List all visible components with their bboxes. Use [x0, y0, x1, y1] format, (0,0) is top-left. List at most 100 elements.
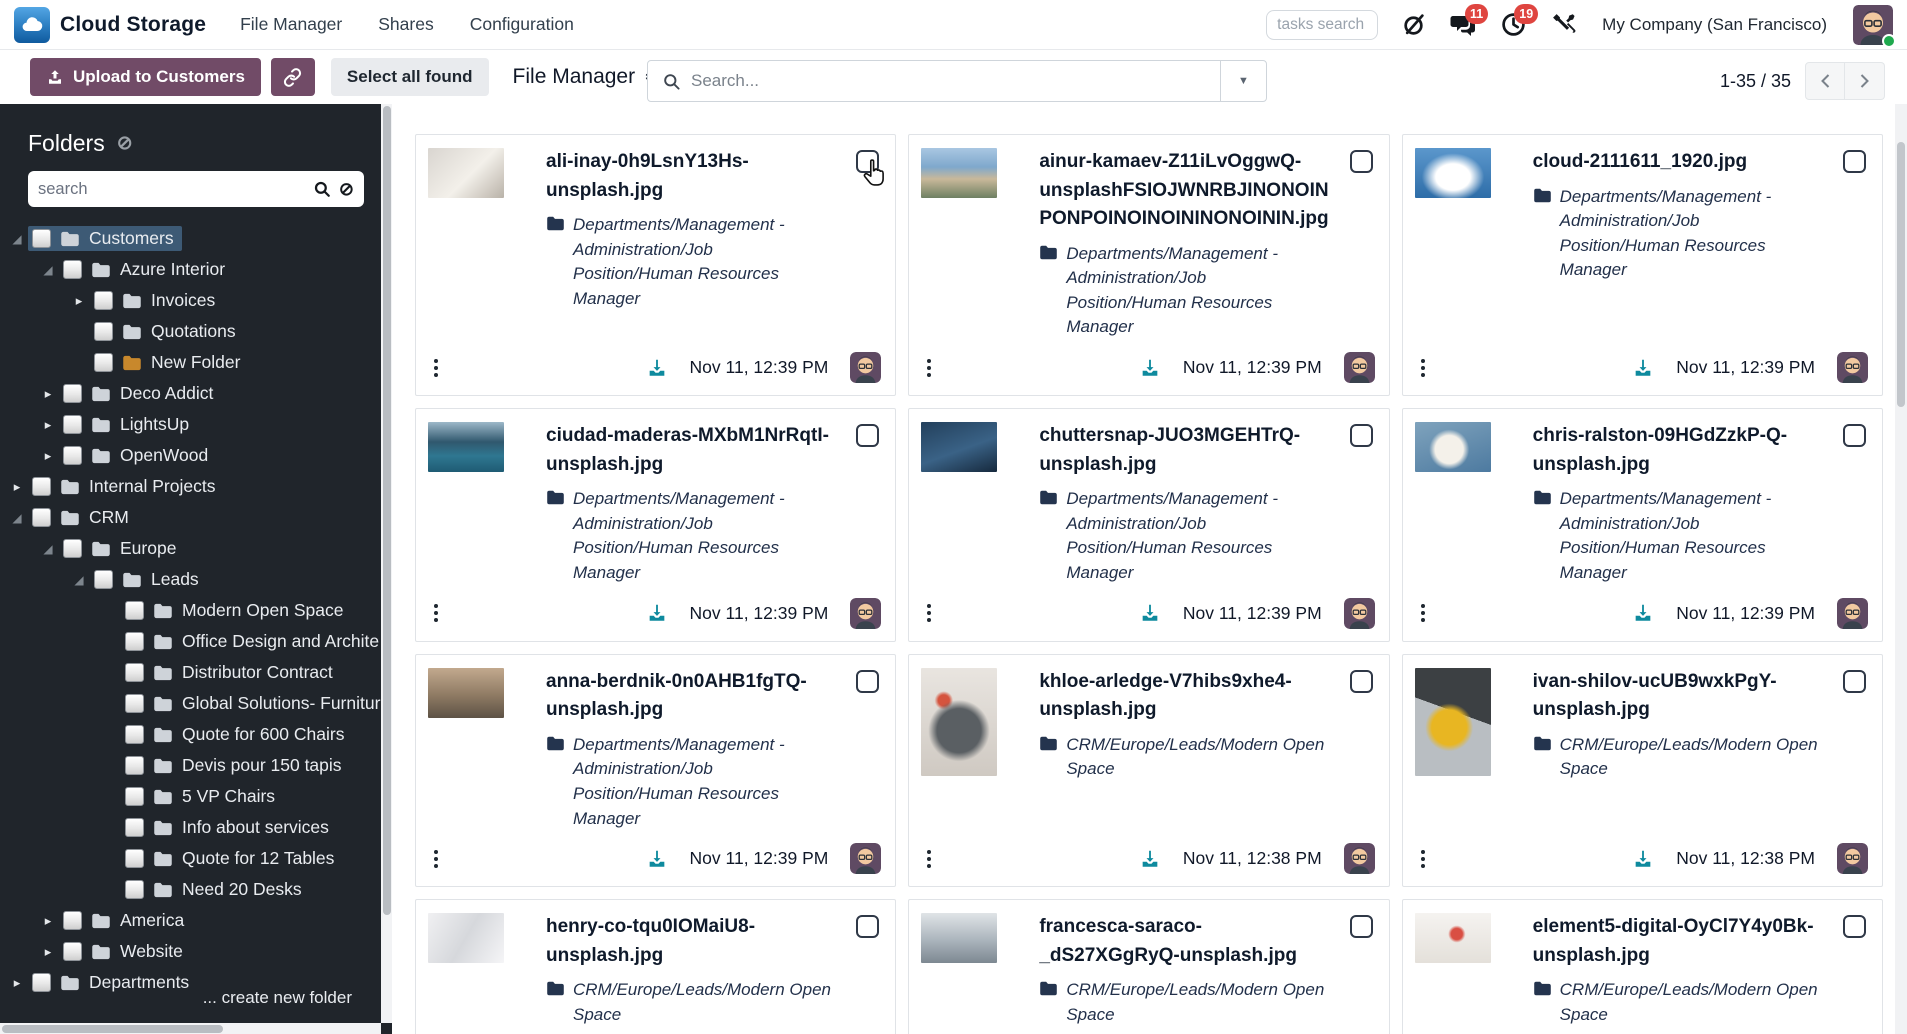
kebab-menu-icon[interactable]: [921, 357, 937, 379]
tree-item-label[interactable]: Departments: [89, 972, 189, 993]
tree-checkbox[interactable]: [125, 880, 144, 899]
download-icon[interactable]: [1632, 848, 1654, 870]
tree-checkbox[interactable]: [63, 539, 82, 558]
pager-next-button[interactable]: [1845, 62, 1885, 100]
clear-folder-filter-icon[interactable]: ⊘: [117, 132, 133, 155]
file-name[interactable]: ainur-kamaev-Z11iLvOggwQ-unsplashFSIOJWN…: [1039, 148, 1330, 234]
tree-item-label[interactable]: Need 20 Desks: [182, 879, 302, 900]
search-dropdown-toggle[interactable]: ▼: [1220, 61, 1266, 101]
kebab-menu-icon[interactable]: [428, 357, 444, 379]
tree-item-label[interactable]: Customers: [89, 228, 174, 249]
company-switcher[interactable]: My Company (San Francisco): [1602, 15, 1827, 35]
file-thumbnail[interactable]: [921, 667, 998, 782]
messages-icon[interactable]: 11: [1448, 3, 1489, 40]
file-name[interactable]: anna-berdnik-0n0AHB1fgTQ-unsplash.jpg: [546, 668, 837, 725]
tree-checkbox[interactable]: [63, 384, 82, 403]
menu-configuration[interactable]: Configuration: [470, 14, 574, 35]
file-name[interactable]: cloud-2111611_1920.jpg: [1533, 148, 1824, 177]
tree-item-label[interactable]: Global Solutions- Furnitur: [182, 693, 380, 714]
download-icon[interactable]: [1632, 602, 1654, 624]
file-checkbox[interactable]: [1843, 915, 1866, 939]
tree-expander-icon[interactable]: ◢: [37, 263, 59, 277]
tree-checkbox[interactable]: [125, 725, 144, 744]
tree-item-label[interactable]: Quote for 12 Tables: [182, 848, 334, 869]
tree-item-label[interactable]: Invoices: [151, 290, 215, 311]
file-checkbox[interactable]: [1349, 424, 1373, 448]
folder-search-input[interactable]: [38, 179, 313, 199]
file-name[interactable]: element5-digital-OyCl7Y4y0Bk-unsplash.jp…: [1533, 913, 1824, 970]
file-thumbnail[interactable]: [428, 913, 504, 1027]
tree-item-label[interactable]: Distributor Contract: [182, 662, 333, 683]
kebab-menu-icon[interactable]: [428, 848, 444, 870]
tree-checkbox[interactable]: [63, 911, 82, 930]
tree-item-label[interactable]: CRM: [89, 507, 129, 528]
file-name[interactable]: khloe-arledge-V7hibs9xhe4-unsplash.jpg: [1039, 668, 1330, 725]
tree-checkbox[interactable]: [125, 787, 144, 806]
file-name[interactable]: ivan-shilov-ucUB9wxkPgY-unsplash.jpg: [1533, 668, 1824, 725]
folder-search-icon[interactable]: [313, 180, 331, 198]
file-thumbnail[interactable]: [428, 667, 504, 832]
tree-checkbox[interactable]: [32, 508, 51, 527]
create-new-folder-link[interactable]: ... create new folder: [203, 988, 352, 1008]
share-link-button[interactable]: [270, 58, 315, 96]
kebab-menu-icon[interactable]: [1415, 602, 1431, 624]
file-checkbox[interactable]: [856, 915, 880, 939]
file-thumbnail[interactable]: [428, 422, 504, 586]
file-name[interactable]: ciudad-maderas-MXbM1NrRqtI-unsplash.jpg: [546, 422, 837, 479]
tree-checkbox[interactable]: [63, 415, 82, 434]
tree-expander-icon[interactable]: ▸: [37, 386, 59, 402]
tree-checkbox[interactable]: [94, 353, 113, 372]
tools-icon[interactable]: [1548, 10, 1578, 40]
folder-search-clear-icon[interactable]: ⊘: [339, 179, 354, 200]
file-thumbnail[interactable]: [428, 148, 504, 312]
file-thumbnail[interactable]: [1414, 148, 1491, 283]
tree-item-label[interactable]: Deco Addict: [120, 383, 213, 404]
search-input[interactable]: [691, 71, 1220, 91]
upload-button[interactable]: Upload to Customers: [30, 58, 261, 96]
tree-checkbox[interactable]: [94, 322, 113, 341]
tree-checkbox[interactable]: [125, 756, 144, 775]
tree-item-label[interactable]: Internal Projects: [89, 476, 215, 497]
tasks-search-input[interactable]: [1266, 9, 1379, 40]
kebab-menu-icon[interactable]: [921, 602, 937, 624]
kebab-menu-icon[interactable]: [921, 848, 937, 870]
tree-item-label[interactable]: Leads: [151, 569, 199, 590]
file-breadcrumb[interactable]: CRM/Europe/Leads/Modern Open Space: [1039, 978, 1330, 1027]
tree-checkbox[interactable]: [63, 942, 82, 961]
download-icon[interactable]: [1139, 602, 1161, 624]
file-thumbnail[interactable]: [921, 148, 998, 340]
download-icon[interactable]: [1139, 848, 1161, 870]
download-icon[interactable]: [646, 848, 668, 870]
file-checkbox[interactable]: [856, 669, 880, 693]
tree-item-label[interactable]: Office Design and Archite: [182, 631, 379, 652]
file-checkbox[interactable]: [1843, 150, 1866, 173]
file-breadcrumb[interactable]: CRM/Europe/Leads/Modern Open Space: [1039, 733, 1330, 782]
app-logo[interactable]: [14, 6, 50, 43]
sync-icon[interactable]: [1398, 10, 1428, 40]
pager-previous-button[interactable]: [1805, 62, 1845, 100]
tree-checkbox[interactable]: [125, 818, 144, 837]
tree-expander-icon[interactable]: ◢: [6, 232, 28, 246]
tree-expander-icon[interactable]: ▸: [6, 479, 28, 495]
tree-expander-icon[interactable]: ▸: [37, 448, 59, 464]
file-breadcrumb[interactable]: Departments/Management - Administration/…: [546, 487, 837, 586]
file-checkbox[interactable]: [856, 424, 880, 448]
file-checkbox[interactable]: [1843, 424, 1866, 448]
tree-item-label[interactable]: Modern Open Space: [182, 600, 344, 621]
file-checkbox[interactable]: [1349, 150, 1373, 173]
sidebar-horizontal-scrollbar[interactable]: [0, 1023, 381, 1034]
file-thumbnail[interactable]: [1414, 422, 1491, 586]
tree-checkbox[interactable]: [63, 260, 82, 279]
file-thumbnail[interactable]: [921, 422, 998, 586]
tree-item-label[interactable]: OpenWood: [120, 445, 208, 466]
tree-expander-icon[interactable]: ▸: [37, 417, 59, 433]
tree-expander-icon[interactable]: ▸: [68, 293, 90, 309]
tree-expander-icon[interactable]: ▸: [37, 944, 59, 960]
file-thumbnail[interactable]: [1414, 913, 1491, 1027]
tree-checkbox[interactable]: [63, 446, 82, 465]
tree-item-label[interactable]: LightsUp: [120, 414, 189, 435]
kebab-menu-icon[interactable]: [1415, 848, 1431, 870]
tree-checkbox[interactable]: [32, 477, 51, 496]
user-avatar[interactable]: [1853, 4, 1896, 48]
kebab-menu-icon[interactable]: [428, 602, 444, 624]
